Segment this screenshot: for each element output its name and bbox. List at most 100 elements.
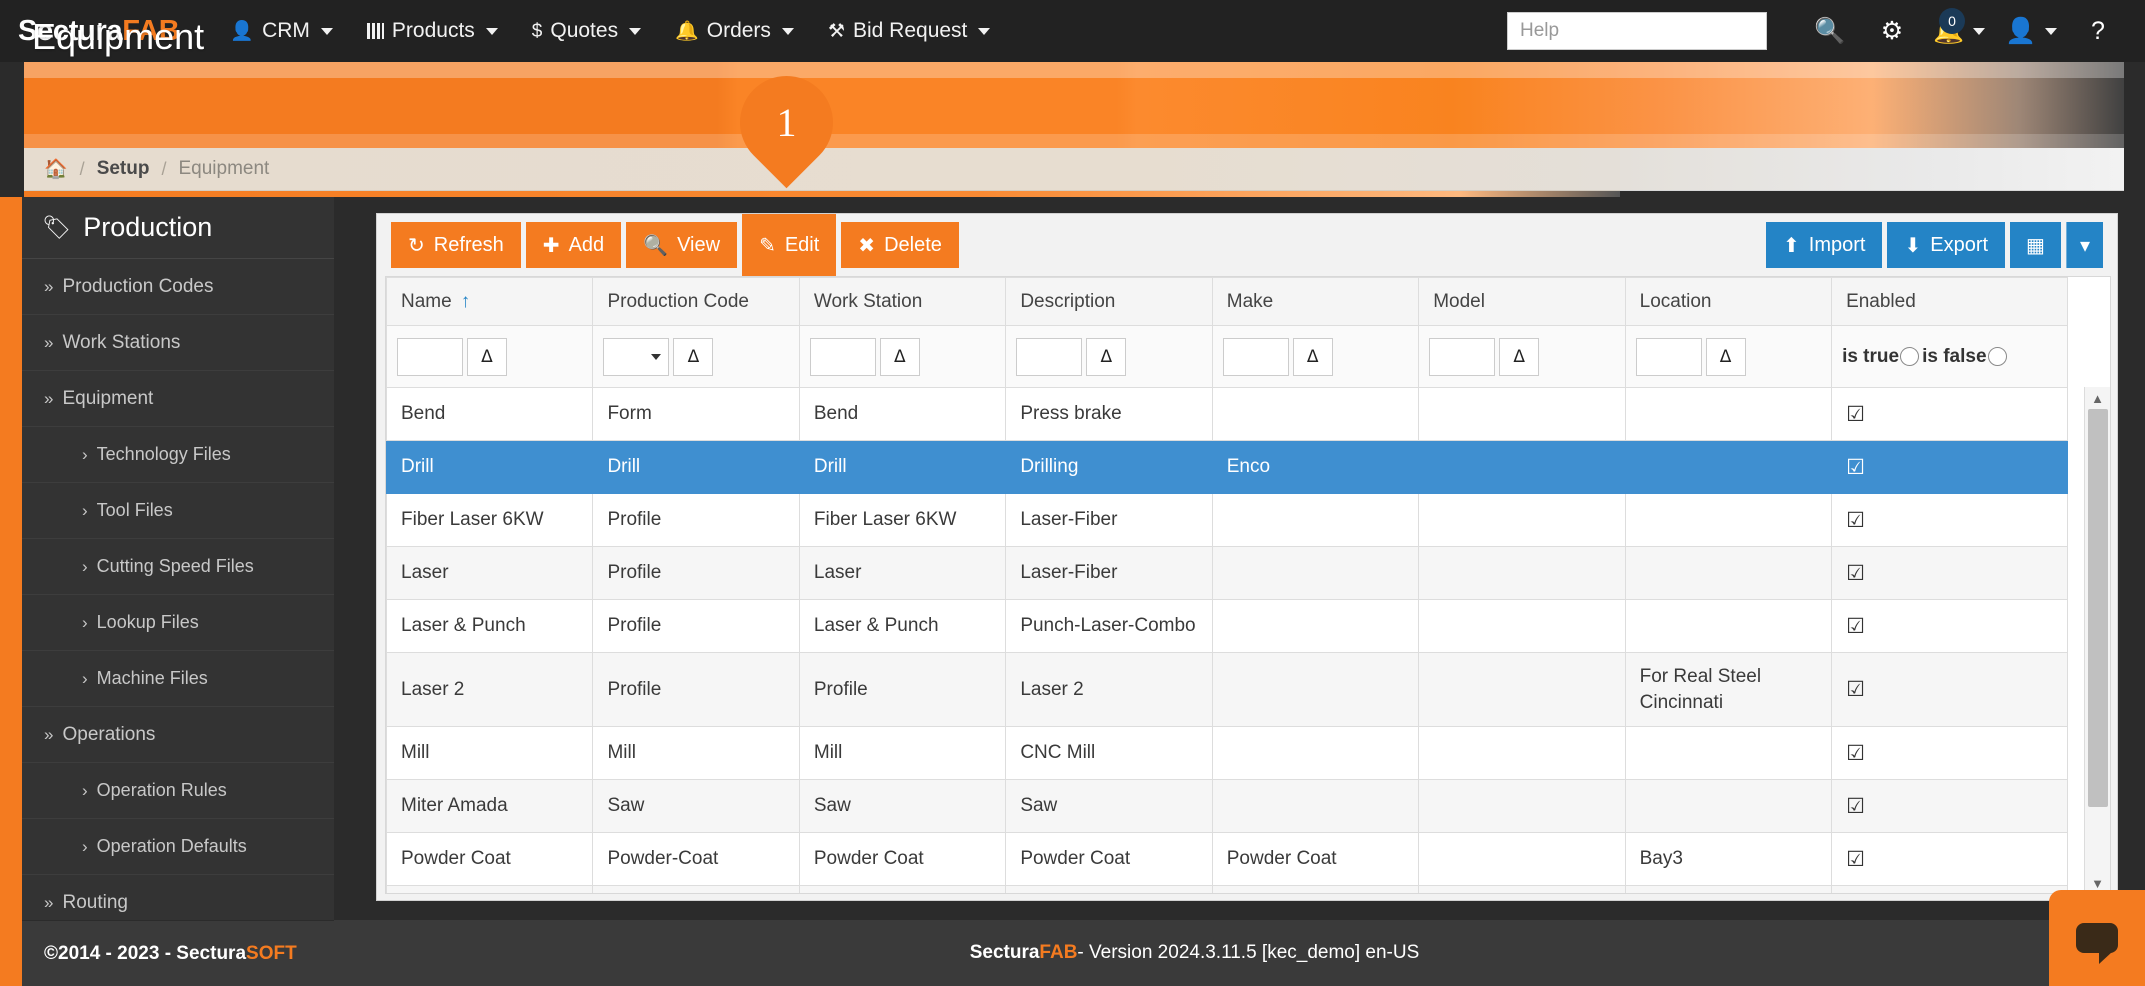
- export-button-label: Export: [1930, 234, 1988, 257]
- filter-input-make[interactable]: [1223, 338, 1289, 376]
- table-row[interactable]: Miter AmadaSawSawSaw☑: [387, 780, 2068, 833]
- filter-menu-button[interactable]: ᐃ: [880, 338, 920, 376]
- filter-menu-button[interactable]: ᐃ: [467, 338, 507, 376]
- sidebar-item-tool-files[interactable]: ›Tool Files: [22, 483, 334, 539]
- banner-streak: [24, 62, 2124, 78]
- filter-input-name[interactable]: [397, 338, 463, 376]
- sidebar-item-label: Operation Defaults: [97, 836, 247, 857]
- sidebar-item-lookup-files[interactable]: ›Lookup Files: [22, 595, 334, 651]
- enabled-checkbox[interactable]: ☑: [1846, 403, 1865, 426]
- grid-options-button[interactable]: ▦: [2010, 222, 2061, 268]
- table-row[interactable]: MillMillMillCNC Mill☑: [387, 727, 2068, 780]
- enabled-checkbox[interactable]: ☑: [1846, 562, 1865, 585]
- refresh-button[interactable]: ↻ Refresh: [391, 222, 521, 268]
- notifications-button[interactable]: 🔔 0: [1925, 0, 1993, 62]
- is-true-radio[interactable]: [1900, 347, 1919, 366]
- sidebar-item-equipment[interactable]: »Equipment: [22, 371, 334, 427]
- column-header-model[interactable]: Model: [1419, 278, 1625, 326]
- column-header-enabled[interactable]: Enabled: [1832, 278, 2068, 326]
- cell-value: Laser-Fiber: [1020, 562, 1117, 583]
- cell-location: [1625, 388, 1831, 441]
- chat-widget-button[interactable]: [2049, 890, 2145, 986]
- column-header-work-station[interactable]: Work Station: [799, 278, 1005, 326]
- filter-menu-button[interactable]: ᐃ: [1499, 338, 1539, 376]
- view-button[interactable]: 🔍 View: [626, 222, 737, 268]
- enabled-checkbox[interactable]: ☑: [1846, 742, 1865, 765]
- enabled-checkbox[interactable]: ☑: [1846, 795, 1865, 818]
- column-header-location[interactable]: Location: [1625, 278, 1831, 326]
- cell-value: Profile: [607, 509, 661, 530]
- toolbar-right-group: ⬆ Import ⬇ Export ▦ ▾: [1766, 222, 2103, 268]
- scroll-up-arrow[interactable]: ▲: [2085, 387, 2110, 409]
- is-false-radio[interactable]: [1988, 347, 2007, 366]
- column-header-name[interactable]: Name↑: [387, 278, 593, 326]
- annotation-marker-1: 1: [721, 57, 853, 189]
- table-row[interactable]: Laser & PunchProfileLaser & PunchPunch-L…: [387, 600, 2068, 653]
- column-header-description[interactable]: Description: [1006, 278, 1212, 326]
- sidebar-item-operation-rules[interactable]: ›Operation Rules: [22, 763, 334, 819]
- nav-menu-quotes[interactable]: $ Quotes: [515, 0, 658, 62]
- gear-icon[interactable]: ⚙: [1863, 0, 1921, 62]
- sidebar-item-technology-files[interactable]: ›Technology Files: [22, 427, 334, 483]
- filter-input-model[interactable]: [1429, 338, 1495, 376]
- help-search-input[interactable]: Help: [1507, 12, 1767, 50]
- edit-button[interactable]: ✎ Edit: [742, 214, 836, 276]
- filter-input-location[interactable]: [1636, 338, 1702, 376]
- filter-menu-button[interactable]: ᐃ: [1086, 338, 1126, 376]
- scrollbar-thumb[interactable]: [2088, 409, 2108, 807]
- filter-input-production-code[interactable]: [603, 338, 669, 376]
- gavel-icon: ⚒: [828, 22, 845, 41]
- table-row[interactable]: BendFormBendPress brake☑: [387, 388, 2068, 441]
- cell-code: Powder-Coat: [593, 833, 799, 886]
- add-button[interactable]: ✚ Add: [526, 222, 621, 268]
- cell-description: Saw: [1006, 780, 1212, 833]
- filter-menu-button[interactable]: ᐃ: [673, 338, 713, 376]
- table-row[interactable]: LaserProfileLaserLaser-Fiber☑: [387, 547, 2068, 600]
- filter-input-work-station[interactable]: [810, 338, 876, 376]
- column-header-make[interactable]: Make: [1212, 278, 1418, 326]
- enabled-checkbox[interactable]: ☑: [1846, 509, 1865, 532]
- page-footer: SecturaFAB - Version 2024.3.11.5 [kec_de…: [334, 920, 2145, 986]
- sidebar-item-operation-defaults[interactable]: ›Operation Defaults: [22, 819, 334, 875]
- help-icon[interactable]: ?: [2069, 0, 2127, 62]
- table-row[interactable]: Laser 2ProfileProfileLaser 2For Real Ste…: [387, 653, 2068, 727]
- home-icon[interactable]: 🏠: [44, 157, 68, 181]
- import-button[interactable]: ⬆ Import: [1766, 222, 1882, 268]
- table-row[interactable]: DrillDrillDrillDrillingEnco☑: [387, 441, 2068, 494]
- sidebar-item-work-stations[interactable]: »Work Stations: [22, 315, 334, 371]
- nav-menu-bid-request[interactable]: ⚒ Bid Request: [811, 0, 1007, 62]
- enabled-checkbox[interactable]: ☑: [1846, 615, 1865, 638]
- column-header-production-code[interactable]: Production Code: [593, 278, 799, 326]
- cell-value: Form: [607, 403, 651, 424]
- table-row[interactable]: PunchProfilePunchPunch☑: [387, 886, 2068, 895]
- filter-menu-button[interactable]: ᐃ: [1293, 338, 1333, 376]
- breadcrumb-item-setup[interactable]: Setup: [97, 158, 150, 180]
- enabled-checkbox[interactable]: ☑: [1846, 456, 1865, 479]
- sidebar-item-cutting-speed-files[interactable]: ›Cutting Speed Files: [22, 539, 334, 595]
- nav-menu-orders[interactable]: 🔔 Orders: [658, 0, 811, 62]
- table-row[interactable]: Fiber Laser 6KWProfileFiber Laser 6KWLas…: [387, 494, 2068, 547]
- cell-location: For Real Steel Cincinnati: [1625, 653, 1831, 727]
- sidebar-item-machine-files[interactable]: ›Machine Files: [22, 651, 334, 707]
- nav-menu-products[interactable]: Products: [350, 0, 515, 62]
- sidebar-item-label: Cutting Speed Files: [97, 556, 254, 577]
- user-account-button[interactable]: 👤: [1997, 0, 2065, 62]
- sidebar-item-label: Technology Files: [97, 444, 231, 465]
- filter-menu-button[interactable]: ᐃ: [1706, 338, 1746, 376]
- cell-station: Laser: [799, 547, 1005, 600]
- delete-button[interactable]: ✖ Delete: [841, 222, 959, 268]
- vertical-scrollbar[interactable]: ▲ ▼: [2084, 387, 2110, 894]
- column-header-label: Name: [401, 291, 452, 312]
- cell-value: Bend: [814, 403, 858, 424]
- sidebar-item-production-codes[interactable]: »Production Codes: [22, 259, 334, 315]
- search-icon[interactable]: 🔍: [1801, 0, 1859, 62]
- enabled-checkbox[interactable]: ☑: [1846, 848, 1865, 871]
- filter-input-description[interactable]: [1016, 338, 1082, 376]
- sidebar-item-operations[interactable]: »Operations: [22, 707, 334, 763]
- export-button[interactable]: ⬇ Export: [1887, 222, 2005, 268]
- grid-options-dropdown[interactable]: ▾: [2066, 222, 2103, 268]
- nav-menu-crm[interactable]: 👤 CRM: [213, 0, 350, 62]
- enabled-checkbox[interactable]: ☑: [1846, 678, 1865, 701]
- table-row[interactable]: Powder CoatPowder-CoatPowder CoatPowder …: [387, 833, 2068, 886]
- nav-menu-products-label: Products: [392, 19, 475, 43]
